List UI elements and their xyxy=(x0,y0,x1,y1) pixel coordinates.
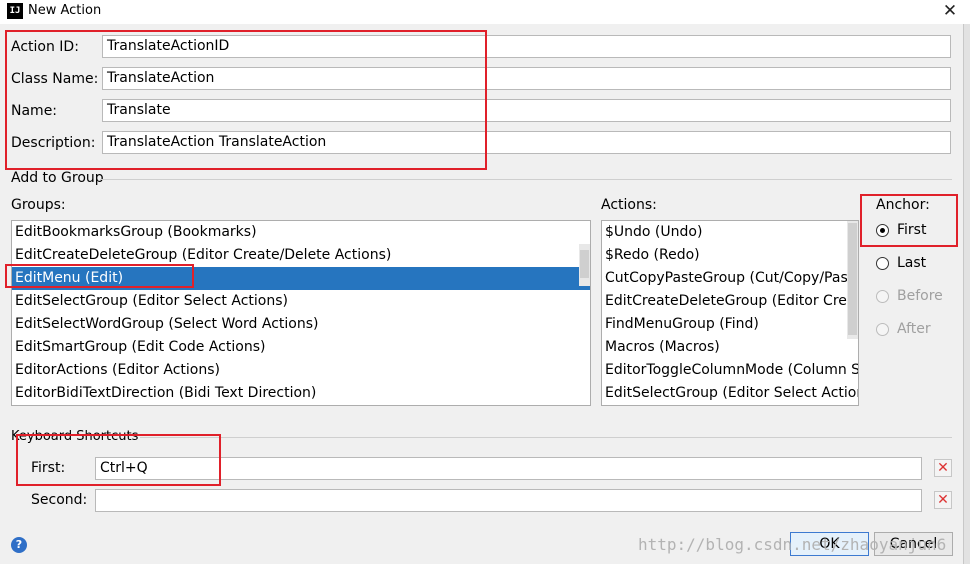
second-shortcut-input[interactable] xyxy=(95,489,922,512)
help-icon[interactable]: ? xyxy=(11,537,27,553)
groups-scrollbar-thumb[interactable] xyxy=(580,250,589,278)
second-shortcut-label: Second: xyxy=(31,492,88,508)
list-item[interactable]: EditSmartGroup (Edit Code Actions) xyxy=(12,336,590,359)
highlight-box-fields xyxy=(5,30,487,170)
anchor-before-label: Before xyxy=(897,288,943,304)
actions-list[interactable]: $Undo (Undo) $Redo (Redo) CutCopyPasteGr… xyxy=(601,220,859,406)
watermark: http://blog.csdn.net/zhaoyanjun6 xyxy=(638,535,947,554)
keyboard-shortcuts-separator xyxy=(140,437,952,438)
actions-label: Actions: xyxy=(601,197,657,213)
anchor-after-label: After xyxy=(897,321,931,337)
anchor-last-radio[interactable] xyxy=(876,257,889,270)
list-item[interactable]: EditSelectGroup (Editor Select Actions xyxy=(602,382,858,405)
title-bar xyxy=(0,0,970,24)
clear-first-shortcut-icon[interactable]: ✕ xyxy=(934,459,952,477)
highlight-box-anchor xyxy=(860,194,958,247)
add-to-group-separator xyxy=(100,179,952,180)
list-item[interactable]: EditCreateDeleteGroup (Editor Create/ xyxy=(602,290,858,313)
list-item[interactable]: CutCopyPasteGroup (Cut/Copy/Paste xyxy=(602,267,858,290)
list-item[interactable]: EditSelectWordGroup (Select Word Actions… xyxy=(12,313,590,336)
add-to-group-heading: Add to Group xyxy=(11,170,104,186)
anchor-before-radio xyxy=(876,290,889,303)
highlight-box-editmenu xyxy=(5,264,194,288)
list-item[interactable]: $Undo (Undo) xyxy=(602,221,858,244)
actions-scrollbar-thumb[interactable] xyxy=(848,223,857,335)
anchor-last-label[interactable]: Last xyxy=(897,255,926,271)
groups-scrollbar[interactable] xyxy=(579,244,590,286)
list-item[interactable]: EditSelectGroup (Editor Select Actions) xyxy=(12,290,590,313)
highlight-box-shortcut xyxy=(16,434,221,486)
window-edge xyxy=(963,24,970,564)
anchor-after-radio xyxy=(876,323,889,336)
list-item[interactable]: EditBookmarksGroup (Bookmarks) xyxy=(12,221,590,244)
actions-scrollbar[interactable] xyxy=(847,221,858,339)
list-item[interactable]: FindMenuGroup (Find) xyxy=(602,313,858,336)
list-item[interactable]: Macros (Macros) xyxy=(602,336,858,359)
groups-list[interactable]: EditBookmarksGroup (Bookmarks) EditCreat… xyxy=(11,220,591,406)
list-item[interactable]: EditorToggleColumnMode (Column S xyxy=(602,359,858,382)
intellij-app-icon: IJ xyxy=(7,3,23,19)
clear-second-shortcut-icon[interactable]: ✕ xyxy=(934,491,952,509)
groups-label: Groups: xyxy=(11,197,66,213)
list-item[interactable]: EditorBidiTextDirection (Bidi Text Direc… xyxy=(12,382,590,405)
list-item[interactable]: $Redo (Redo) xyxy=(602,244,858,267)
close-icon[interactable]: ✕ xyxy=(940,1,960,21)
list-item[interactable]: EditorActions (Editor Actions) xyxy=(12,359,590,382)
window-title: New Action xyxy=(28,3,102,18)
